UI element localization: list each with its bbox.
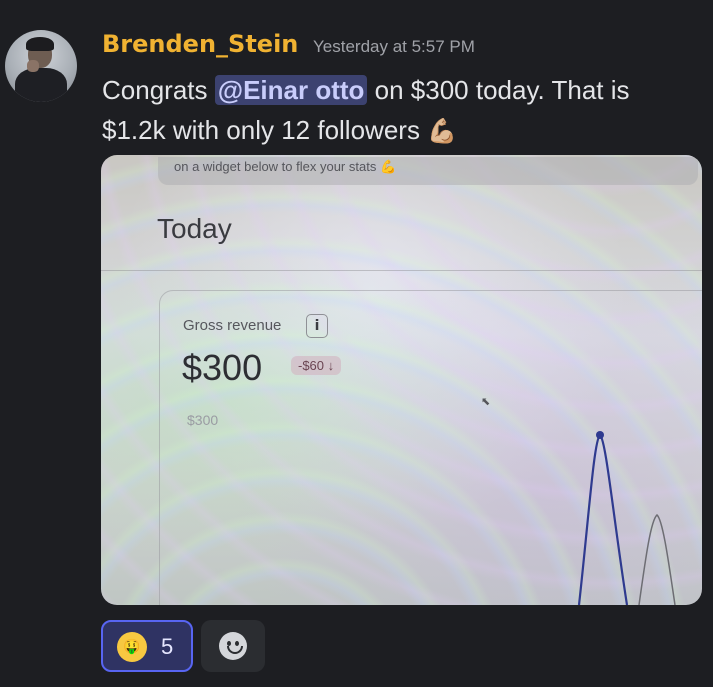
- message-text-part: Congrats: [102, 75, 215, 105]
- avatar-hair: [26, 37, 54, 51]
- money-mouth-face-icon: 🤑: [117, 632, 147, 662]
- photo-revenue-chart: [577, 431, 676, 605]
- message-text-part: on $300 today. That is: [367, 75, 630, 105]
- reaction-count: 5: [161, 634, 174, 659]
- smiley-add-icon: [219, 632, 247, 660]
- flexed-biceps-emoji: 💪🏼: [427, 118, 458, 145]
- chat-message: Brenden_Stein Yesterday at 5:57 PM Congr…: [0, 0, 713, 687]
- message-text-part: $1.2k with only 12 followers: [102, 115, 428, 145]
- message-author[interactable]: Brenden_Stein: [102, 30, 298, 58]
- user-avatar[interactable]: [5, 30, 77, 102]
- avatar-hand: [27, 60, 39, 72]
- image-attachment[interactable]: on a widget below to flex your stats 💪 T…: [101, 155, 702, 605]
- reaction-money-mouth[interactable]: 🤑 5: [101, 620, 193, 672]
- chart-line-primary: [577, 433, 629, 605]
- chart-line-secondary: [638, 514, 676, 605]
- smiley-mouth: [227, 646, 243, 654]
- chart-peak-point: [596, 431, 604, 439]
- message-timestamp: Yesterday at 5:57 PM: [313, 37, 475, 56]
- message-content: Congrats @Einar otto on $300 today. That…: [102, 70, 702, 152]
- avatar-body: [15, 68, 67, 102]
- user-mention[interactable]: @Einar otto: [214, 75, 368, 105]
- add-reaction-button[interactable]: [201, 620, 265, 672]
